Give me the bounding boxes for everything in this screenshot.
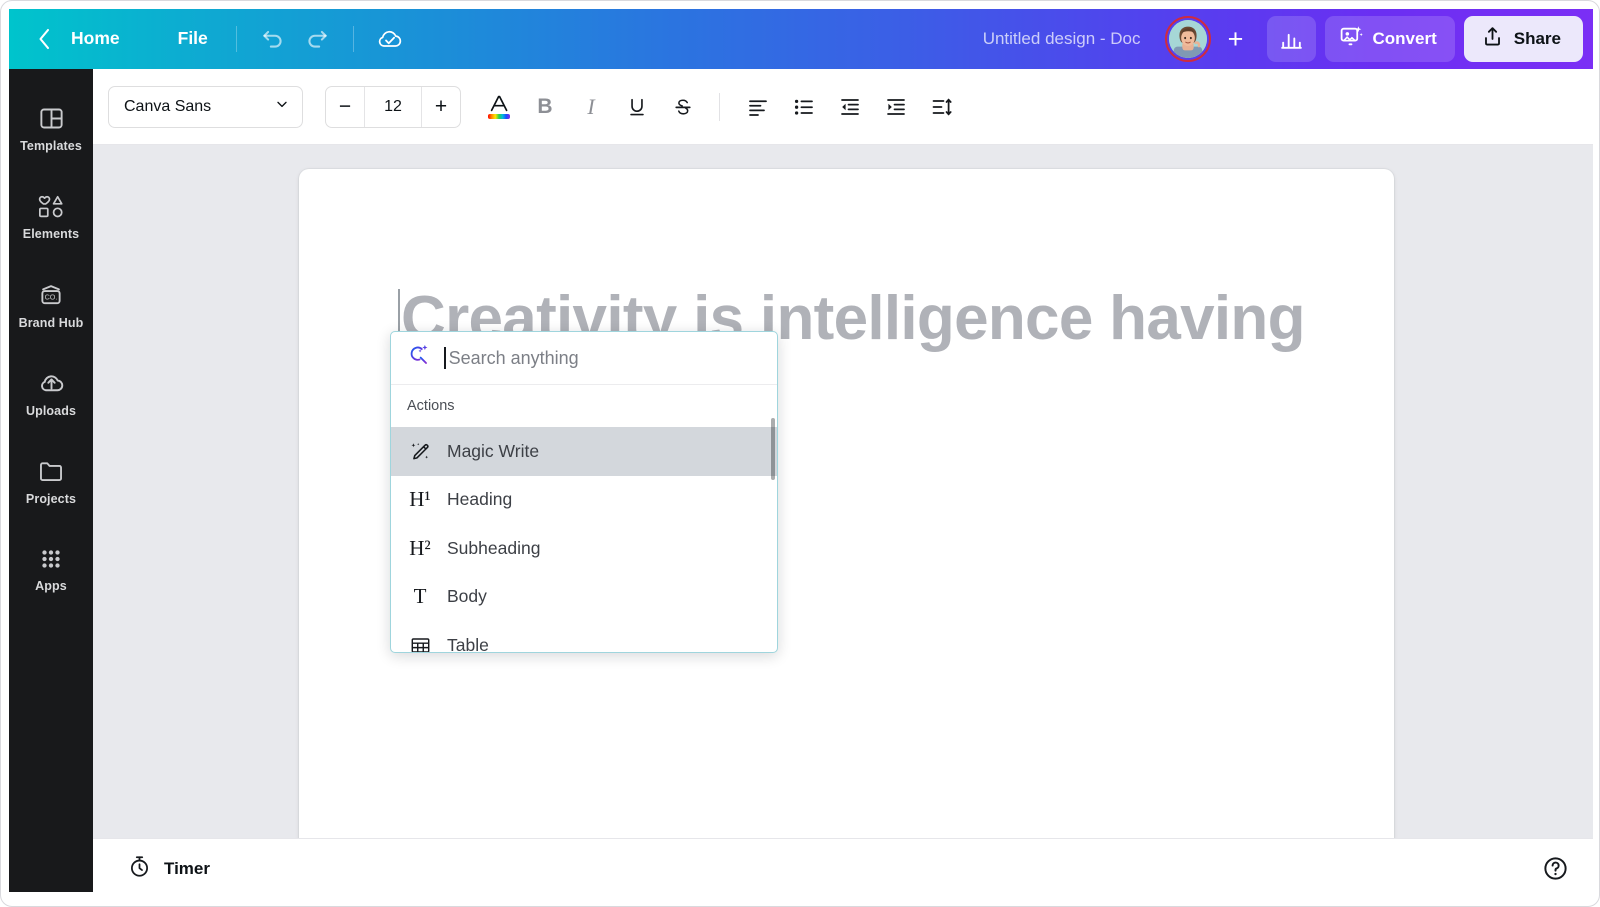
search-input-caret [444, 347, 446, 369]
heading-2-icon: H² [407, 536, 433, 561]
magic-search-icon [407, 343, 432, 373]
palette-section-heading: Actions [391, 385, 777, 427]
sidebar-item-projects[interactable]: Projects [9, 437, 93, 525]
chevron-down-icon [274, 96, 290, 117]
left-sidebar: Templates Elements CO. Bra [9, 69, 93, 892]
outdent-icon[interactable] [830, 86, 870, 128]
bold-button[interactable]: B [525, 86, 565, 128]
line-spacing-icon[interactable] [922, 86, 962, 128]
share-button[interactable]: Share [1464, 16, 1583, 62]
folder-icon [37, 457, 65, 485]
toolbar-divider [719, 93, 720, 121]
share-upload-icon [1481, 25, 1504, 53]
top-header-bar: Home File Untitled design - Doc [9, 9, 1593, 69]
sidebar-item-brand-hub[interactable]: CO. Brand Hub [9, 261, 93, 349]
timer-label: Timer [164, 859, 210, 879]
text-color-swatch [488, 114, 510, 119]
avatar-image [1169, 20, 1207, 58]
align-left-icon[interactable] [738, 86, 778, 128]
cloud-check-icon[interactable] [368, 17, 412, 61]
font-size-stepper: − 12 + [325, 86, 461, 128]
palette-item-label: Magic Write [447, 441, 539, 462]
uploads-cloud-icon [37, 368, 66, 397]
convert-label: Convert [1373, 29, 1437, 49]
help-question-icon[interactable] [1535, 849, 1575, 889]
sidebar-item-label: Elements [23, 227, 79, 241]
sidebar-item-uploads[interactable]: Uploads [9, 349, 93, 437]
bottom-status-bar: Timer [93, 838, 1593, 898]
sidebar-item-elements[interactable]: Elements [9, 173, 93, 261]
header-divider-1 [236, 26, 237, 52]
header-divider-2 [353, 26, 354, 52]
palette-item-label: Body [447, 586, 487, 607]
palette-item-body[interactable]: T Body [391, 573, 777, 622]
font-family-select[interactable]: Canva Sans [108, 86, 303, 128]
underline-icon[interactable] [617, 86, 657, 128]
font-family-value: Canva Sans [124, 98, 211, 116]
apps-grid-icon [38, 546, 64, 572]
stopwatch-icon [127, 854, 152, 884]
sidebar-item-label: Templates [20, 139, 82, 153]
convert-sparkle-icon [1339, 24, 1364, 54]
italic-label: I [587, 94, 594, 120]
indent-icon[interactable] [876, 86, 916, 128]
redo-icon[interactable] [295, 17, 339, 61]
palette-item-table[interactable]: Table [391, 621, 777, 653]
add-collaborator-button[interactable]: + [1215, 18, 1257, 60]
heading-1-icon: H¹ [407, 487, 433, 512]
undo-icon[interactable] [251, 17, 295, 61]
strikethrough-icon[interactable] [663, 86, 703, 128]
sidebar-item-templates[interactable]: Templates [9, 85, 93, 173]
palette-item-subheading[interactable]: H² Subheading [391, 524, 777, 573]
palette-search-row: Search anything [391, 332, 777, 385]
font-size-input[interactable]: 12 [364, 87, 422, 127]
bar-chart-icon[interactable] [1267, 16, 1316, 62]
italic-button[interactable]: I [571, 86, 611, 128]
formatting-toolbar: Canva Sans − 12 + B [93, 69, 1593, 145]
bullet-list-icon[interactable] [784, 86, 824, 128]
palette-item-label: Subheading [447, 538, 540, 559]
brand-hub-icon: CO. [37, 281, 65, 309]
home-button[interactable]: Home [57, 22, 134, 56]
font-size-decrease-button[interactable]: − [326, 87, 364, 127]
file-menu-button[interactable]: File [164, 22, 222, 56]
canva-docs-editor: Home File Untitled design - Doc [0, 0, 1600, 907]
timer-button[interactable]: Timer [115, 846, 222, 892]
command-palette-dropdown: Search anything Actions Magic Write H¹ H… [390, 331, 778, 653]
document-canvas-area: Creativity is intelligence having [93, 145, 1593, 848]
sidebar-item-label: Uploads [26, 404, 76, 418]
text-color-icon[interactable] [479, 86, 519, 128]
palette-item-label: Table [447, 635, 489, 653]
magic-write-icon [407, 440, 433, 463]
avatar[interactable] [1165, 16, 1211, 62]
svg-text:CO.: CO. [45, 292, 58, 301]
header-left-group: Home File [31, 22, 222, 56]
palette-search-input[interactable]: Search anything [444, 347, 761, 369]
sidebar-item-apps[interactable]: Apps [9, 525, 93, 613]
chevron-left-icon[interactable] [31, 22, 57, 56]
palette-scrollbar[interactable] [771, 418, 775, 480]
search-placeholder: Search anything [449, 348, 579, 369]
document-title[interactable]: Untitled design - Doc [983, 29, 1141, 49]
body-text-icon: T [407, 584, 433, 609]
palette-item-label: Heading [447, 489, 512, 510]
palette-item-heading[interactable]: H¹ Heading [391, 476, 777, 525]
convert-button[interactable]: Convert [1325, 16, 1455, 62]
bold-label: B [537, 95, 552, 119]
sidebar-item-label: Brand Hub [19, 316, 84, 330]
font-size-increase-button[interactable]: + [422, 87, 460, 127]
palette-item-magic-write[interactable]: Magic Write [391, 427, 777, 476]
templates-icon [38, 105, 65, 132]
elements-icon [36, 193, 66, 220]
share-label: Share [1514, 29, 1561, 49]
sidebar-item-label: Projects [26, 492, 76, 506]
sidebar-item-label: Apps [35, 579, 67, 593]
table-icon [407, 635, 433, 653]
